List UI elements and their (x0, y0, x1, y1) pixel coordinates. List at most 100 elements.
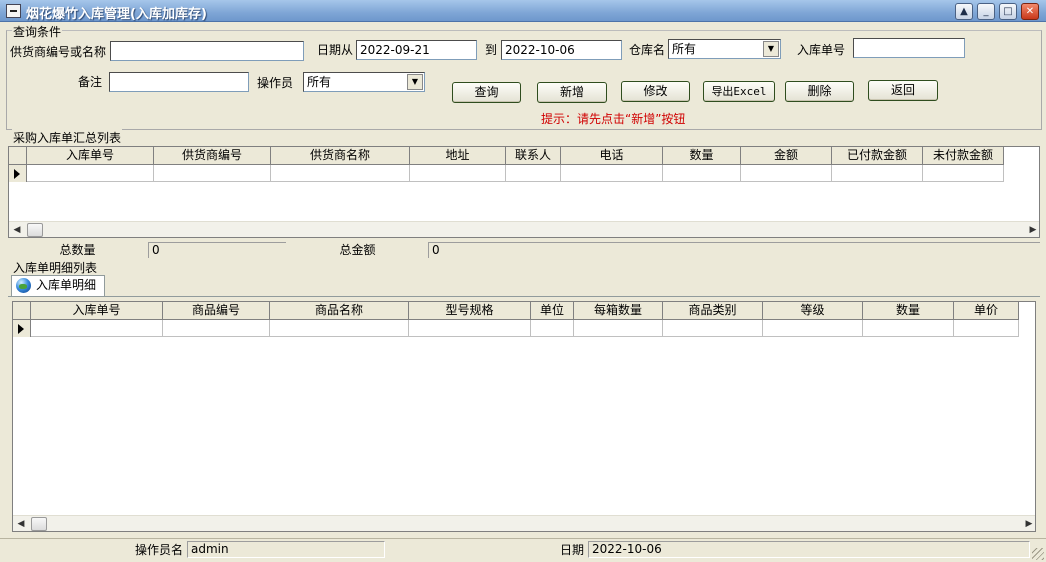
status-bar: 操作员名 admin 日期 2022-10-06 (0, 538, 1046, 562)
table-cell[interactable] (763, 320, 863, 337)
receipt-no-input[interactable] (853, 38, 965, 58)
column-header[interactable]: 已付款金额 (832, 147, 923, 164)
back-button[interactable]: 返回 (868, 80, 938, 101)
receipt-no-label: 入库单号 (797, 43, 846, 57)
scroll-thumb[interactable] (27, 223, 43, 237)
close-button[interactable]: ✕ (1021, 3, 1039, 20)
query-group-label: 查询条件 (12, 23, 63, 40)
column-header[interactable]: 型号规格 (409, 302, 531, 319)
summary-grid[interactable]: 入库单号 供货商编号 供货商名称 地址 联系人 电话 数量 金额 已付款金额 未付款金额 ◀ ▶ (8, 146, 1040, 238)
scroll-thumb[interactable] (31, 517, 47, 531)
table-cell[interactable] (832, 165, 923, 182)
scroll-left-icon[interactable]: ◀ (13, 516, 29, 531)
table-row[interactable] (13, 320, 1019, 337)
edit-button[interactable]: 修改 (621, 81, 690, 102)
column-header[interactable]: 单位 (531, 302, 574, 319)
row-indicator-icon[interactable] (9, 165, 27, 182)
table-cell[interactable] (954, 320, 1019, 337)
detail-grid[interactable]: 入库单号 商品编号 商品名称 型号规格 单位 每箱数量 商品类别 等级 数量 单价 ◀ ▶ (12, 301, 1036, 532)
remark-input[interactable] (109, 72, 249, 92)
row-indicator-icon[interactable] (13, 320, 31, 337)
total-qty-value: 0 (148, 242, 286, 258)
column-header[interactable]: 地址 (410, 147, 506, 164)
table-row[interactable] (9, 165, 1004, 182)
scroll-right-icon[interactable]: ▶ (1021, 516, 1035, 531)
operator-value: 所有 (307, 75, 332, 89)
detail-group-label: 入库单明细列表 (12, 259, 99, 276)
maximize-button[interactable]: □ (999, 3, 1017, 20)
column-header[interactable]: 未付款金额 (923, 147, 1004, 164)
operator-label: 操作员 (257, 76, 294, 90)
globe-icon (16, 278, 31, 293)
scroll-left-icon[interactable]: ◀ (9, 222, 25, 237)
scroll-right-icon[interactable]: ▶ (1025, 222, 1039, 237)
table-cell[interactable] (31, 320, 163, 337)
delete-button[interactable]: 删除 (785, 81, 854, 102)
resize-grip-icon[interactable] (1032, 548, 1044, 560)
detail-horizontal-scrollbar[interactable]: ◀ ▶ (13, 515, 1035, 531)
column-header[interactable]: 联系人 (506, 147, 561, 164)
table-cell[interactable] (271, 165, 410, 182)
detail-grid-header: 入库单号 商品编号 商品名称 型号规格 单位 每箱数量 商品类别 等级 数量 单价 (13, 302, 1019, 320)
table-cell[interactable] (410, 165, 506, 182)
export-excel-button[interactable]: 导出Excel (703, 81, 775, 102)
system-menu-icon[interactable] (6, 4, 21, 18)
table-cell[interactable] (863, 320, 954, 337)
hint-text: 提示：请先点击“新增”按钮 (541, 112, 686, 126)
table-cell[interactable] (561, 165, 663, 182)
column-header[interactable]: 商品名称 (270, 302, 409, 319)
table-cell[interactable] (663, 320, 763, 337)
table-cell[interactable] (409, 320, 531, 337)
column-header[interactable]: 入库单号 (27, 147, 154, 164)
warehouse-value: 所有 (672, 42, 697, 56)
status-operator-value: admin (187, 541, 385, 558)
minimize-button[interactable]: _ (977, 3, 995, 20)
chevron-down-icon[interactable]: ▼ (763, 41, 779, 57)
warehouse-select[interactable]: 所有 ▼ (668, 39, 781, 59)
table-cell[interactable] (741, 165, 832, 182)
column-header[interactable]: 商品编号 (163, 302, 270, 319)
column-header[interactable]: 每箱数量 (574, 302, 663, 319)
date-to-input[interactable]: 2022-10-06 (501, 40, 622, 60)
table-cell[interactable] (163, 320, 270, 337)
summary-grid-header: 入库单号 供货商编号 供货商名称 地址 联系人 电话 数量 金额 已付款金额 未付款金额 (9, 147, 1004, 165)
table-cell[interactable] (923, 165, 1004, 182)
table-cell[interactable] (270, 320, 409, 337)
column-header[interactable]: 商品类别 (663, 302, 763, 319)
help-button[interactable]: ▲ (955, 3, 973, 20)
date-from-input[interactable]: 2022-09-21 (356, 40, 477, 60)
add-button[interactable]: 新增 (537, 82, 607, 103)
table-cell[interactable] (154, 165, 271, 182)
summary-group-label: 采购入库单汇总列表 (12, 129, 123, 146)
column-header[interactable]: 等级 (763, 302, 863, 319)
table-cell[interactable] (506, 165, 561, 182)
column-header[interactable]: 供货商编号 (154, 147, 271, 164)
column-header[interactable]: 电话 (561, 147, 663, 164)
query-button[interactable]: 查询 (452, 82, 521, 103)
table-cell[interactable] (663, 165, 741, 182)
row-header-corner (9, 147, 27, 164)
column-header[interactable]: 单价 (954, 302, 1019, 319)
status-operator-label: 操作员名 (135, 543, 184, 557)
column-header[interactable]: 金额 (741, 147, 832, 164)
title-bar[interactable]: 烟花爆竹入库管理(入库加库存) ▲ _ □ ✕ (0, 0, 1046, 22)
supplier-input[interactable] (110, 41, 304, 61)
date-from-label: 日期从 (317, 43, 354, 57)
table-cell[interactable] (574, 320, 663, 337)
summary-horizontal-scrollbar[interactable]: ◀ ▶ (9, 221, 1039, 237)
table-cell[interactable] (531, 320, 574, 337)
column-header[interactable]: 数量 (663, 147, 741, 164)
date-to-label: 到 (485, 43, 498, 57)
total-qty-label: 总数量 (8, 242, 147, 258)
column-header[interactable]: 数量 (863, 302, 954, 319)
table-cell[interactable] (27, 165, 154, 182)
chevron-down-icon[interactable]: ▼ (407, 74, 423, 90)
total-amount-label: 总金额 (288, 242, 427, 258)
column-header[interactable]: 入库单号 (31, 302, 163, 319)
operator-select[interactable]: 所有 ▼ (303, 72, 425, 92)
tab-receipt-detail[interactable]: 入库单明细 (11, 275, 105, 296)
remark-label: 备注 (78, 75, 103, 89)
tab-divider (8, 296, 1040, 297)
column-header[interactable]: 供货商名称 (271, 147, 410, 164)
supplier-label: 供货商编号或名称 (10, 45, 107, 59)
